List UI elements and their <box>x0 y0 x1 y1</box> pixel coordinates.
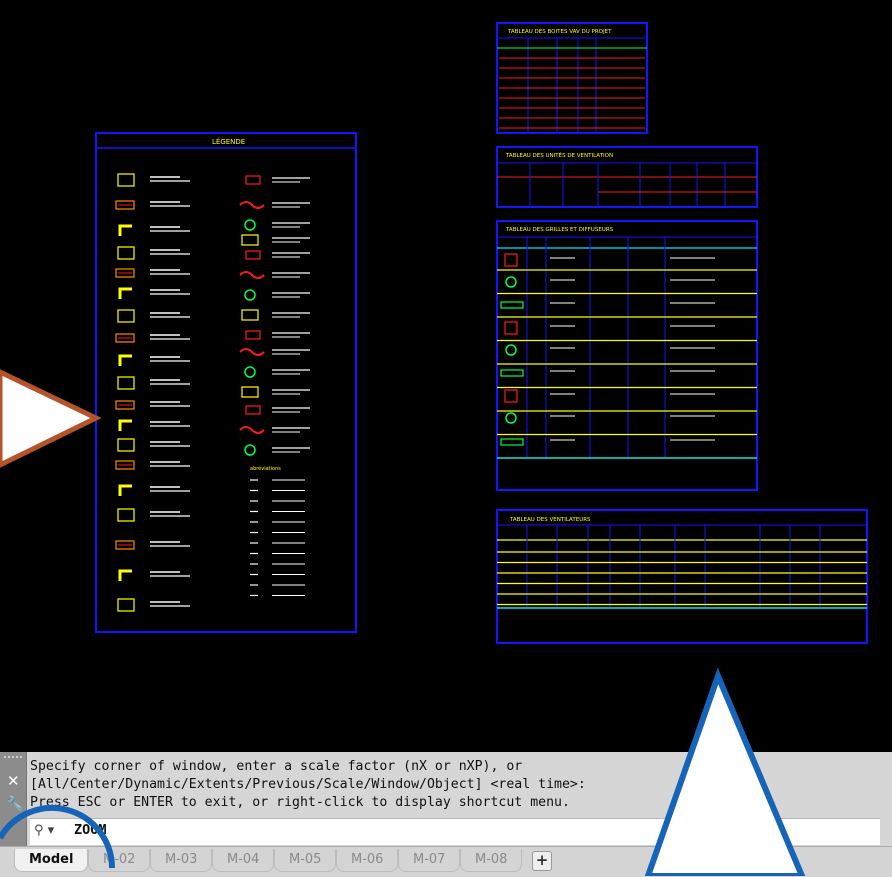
legend-symbol-left <box>118 354 190 366</box>
fans-table-title: TABLEAU DES VENTILATEURS <box>509 517 591 523</box>
legend-section-label: abréviations <box>250 465 281 472</box>
tab-m-03[interactable]: M-03 <box>150 849 213 872</box>
vav-table-title: TABLEAU DES BOITES VAV DU PROJET <box>507 29 612 35</box>
legend-symbol-left <box>117 508 190 522</box>
legend-symbol-right <box>239 201 310 209</box>
legend-symbol-right <box>244 289 310 301</box>
legend-symbol-right <box>241 234 310 246</box>
legend-symbol-left <box>115 333 190 343</box>
legend-symbol-left <box>117 376 190 390</box>
add-layout-button[interactable]: + <box>532 851 552 871</box>
command-line-panel: ✕ 🔧 Specify corner of window, enter a sc… <box>0 752 892 846</box>
legend-symbol-left <box>118 484 190 496</box>
legend-symbol-right <box>245 405 310 415</box>
model-space-drawing: LÉGENDE abréviations TABLEAU DES BOITES … <box>95 22 868 644</box>
tab-m-07[interactable]: M-07 <box>398 849 461 872</box>
legend-symbol-left <box>115 460 190 470</box>
legend-symbol-right <box>245 175 310 185</box>
legend-symbol-left <box>115 268 190 278</box>
ventilation-units-title: TABLEAU DES UNITÉS DE VENTILATION <box>505 151 613 159</box>
vav-boxes-table: TABLEAU DES BOITES VAV DU PROJET <box>496 22 648 134</box>
tab-m-02[interactable]: M-02 <box>88 849 151 872</box>
legend-symbol-right <box>245 250 310 260</box>
command-input-text: ZOOM <box>74 822 107 838</box>
legend-symbol-left <box>117 173 190 187</box>
legend-symbol-left <box>118 569 190 581</box>
legend-symbol-left <box>117 438 190 452</box>
command-history-line: Specify corner of window, enter a scale … <box>30 759 523 774</box>
tab-m-04[interactable]: M-04 <box>212 849 275 872</box>
tab-m-05[interactable]: M-05 <box>274 849 337 872</box>
command-history: Specify corner of window, enter a scale … <box>30 758 880 812</box>
legend-symbol-right <box>239 426 310 434</box>
zoom-command-icon[interactable]: ⚲ ▾ <box>34 823 54 838</box>
tab-m-08[interactable]: M-08 <box>460 849 523 872</box>
command-history-line: [All/Center/Dynamic/Extents/Previous/Sca… <box>30 777 586 792</box>
legend-sheet: LÉGENDE abréviations <box>95 132 357 633</box>
legend-symbol-right <box>241 386 310 398</box>
legend-symbol-left <box>118 287 190 299</box>
command-line-sidebar: ✕ 🔧 <box>0 752 27 846</box>
legend-symbol-left <box>117 246 190 260</box>
close-icon[interactable]: ✕ <box>7 772 20 790</box>
legend-symbol-right <box>239 348 310 356</box>
legend-symbol-left <box>117 309 190 323</box>
legend-symbol-left <box>115 540 190 550</box>
legend-symbol-left <box>115 400 190 410</box>
legend-symbol-right <box>239 271 310 279</box>
tab-model[interactable]: Model <box>14 849 89 872</box>
legend-symbol-right <box>244 444 310 456</box>
legend-symbol-left <box>118 224 190 236</box>
ventilation-units-table: TABLEAU DES UNITÉS DE VENTILATION <box>496 146 758 208</box>
drag-grip-icon[interactable] <box>4 756 22 764</box>
command-history-line: Press ESC or ENTER to exit, or right-cli… <box>30 795 570 810</box>
legend-title: LÉGENDE <box>212 137 245 146</box>
drawing-canvas[interactable]: LÉGENDE abréviations TABLEAU DES BOITES … <box>0 0 892 752</box>
layout-tabs-bar: Model M-02 M-03 M-04 M-05 M-06 M-07 M-08… <box>0 846 892 877</box>
tab-m-06[interactable]: M-06 <box>336 849 399 872</box>
fans-table: TABLEAU DES VENTILATEURS <box>496 509 868 644</box>
legend-symbol-right <box>241 309 310 321</box>
legend-symbol-right <box>244 366 310 378</box>
legend-symbol-left <box>117 598 190 612</box>
legend-symbol-left <box>118 419 190 431</box>
wrench-icon[interactable]: 🔧 <box>6 796 23 812</box>
legend-symbol-right <box>244 219 310 231</box>
legend-symbol-left <box>115 200 190 210</box>
legend-symbol-right <box>245 330 310 340</box>
grilles-table-title: TABLEAU DES GRILLES ET DIFFUSEURS <box>505 227 614 233</box>
grilles-diffusers-table: TABLEAU DES GRILLES ET DIFFUSEURS <box>496 220 758 491</box>
command-input[interactable]: ⚲ ▾ ZOOM <box>30 818 880 845</box>
